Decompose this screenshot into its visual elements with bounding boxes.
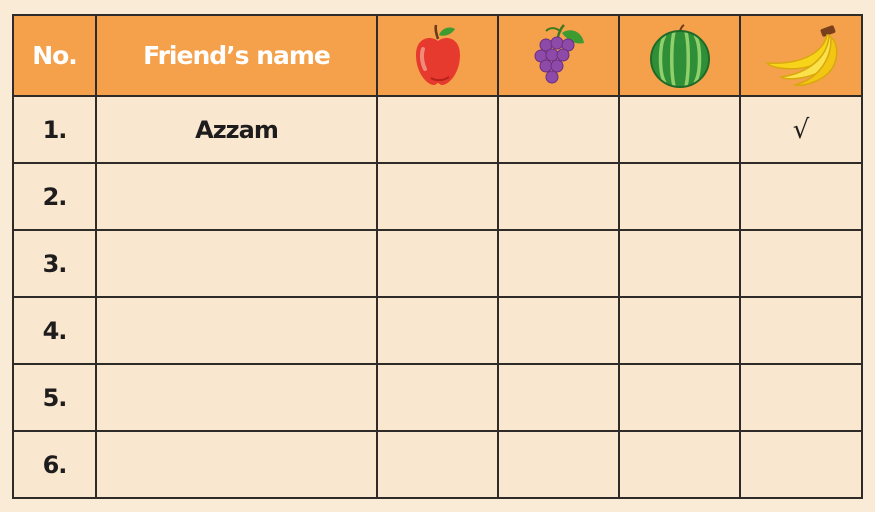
apple-mark-cell: [376, 363, 499, 432]
grapes-mark-cell: [497, 229, 620, 298]
banana-mark-cell: [739, 229, 863, 298]
banana-mark-cell: [739, 430, 863, 499]
table-row: 4.: [12, 296, 863, 365]
grapes-mark-cell: [497, 95, 620, 164]
banana-mark-cell: √: [739, 95, 863, 164]
header-no: No.: [12, 14, 97, 97]
apple-mark-cell: [376, 95, 499, 164]
header-watermelon: [618, 14, 741, 97]
table-row: 6.: [12, 430, 863, 499]
row-number: 2.: [12, 162, 97, 231]
grapes-mark-cell: [497, 162, 620, 231]
header-apple: [376, 14, 499, 97]
apple-icon: [415, 24, 460, 85]
row-number: 4.: [12, 296, 97, 365]
apple-mark-cell: [376, 162, 499, 231]
friend-name-cell: [95, 363, 378, 432]
table-row: 2.: [12, 162, 863, 231]
banana-icon: [765, 24, 838, 86]
apple-mark-cell: [376, 229, 499, 298]
banana-mark-cell: [739, 363, 863, 432]
watermelon-mark-cell: [618, 95, 741, 164]
banana-mark-cell: [739, 296, 863, 365]
watermelon-mark-cell: [618, 430, 741, 499]
grapes-mark-cell: [497, 296, 620, 365]
apple-mark-cell: [376, 430, 499, 499]
watermelon-icon: [649, 23, 710, 88]
watermelon-mark-cell: [618, 296, 741, 365]
header-banana: [739, 14, 863, 97]
row-number: 6.: [12, 430, 97, 499]
watermelon-mark-cell: [618, 229, 741, 298]
friend-name-cell: Azzam: [95, 95, 378, 164]
banana-mark-cell: [739, 162, 863, 231]
watermelon-mark-cell: [618, 363, 741, 432]
table-row: 5.: [12, 363, 863, 432]
watermelon-mark-cell: [618, 162, 741, 231]
row-number: 3.: [12, 229, 97, 298]
header-row: No. Friend’s name: [12, 14, 863, 97]
grapes-mark-cell: [497, 430, 620, 499]
friend-name-cell: [95, 229, 378, 298]
apple-mark-cell: [376, 296, 499, 365]
table-row: 1. Azzam √: [12, 95, 863, 164]
table-row: 3.: [12, 229, 863, 298]
row-number: 5.: [12, 363, 97, 432]
header-grapes: [497, 14, 620, 97]
friend-name-cell: [95, 296, 378, 365]
friend-name-cell: [95, 162, 378, 231]
header-friends-name: Friend’s name: [95, 14, 378, 97]
fruit-survey-table: No. Friend’s name 1. Azzam √ 2. 3. 4. 5.…: [12, 14, 863, 499]
row-number: 1.: [12, 95, 97, 164]
friend-name-cell: [95, 430, 378, 499]
grapes-icon: [534, 23, 584, 83]
grapes-mark-cell: [497, 363, 620, 432]
